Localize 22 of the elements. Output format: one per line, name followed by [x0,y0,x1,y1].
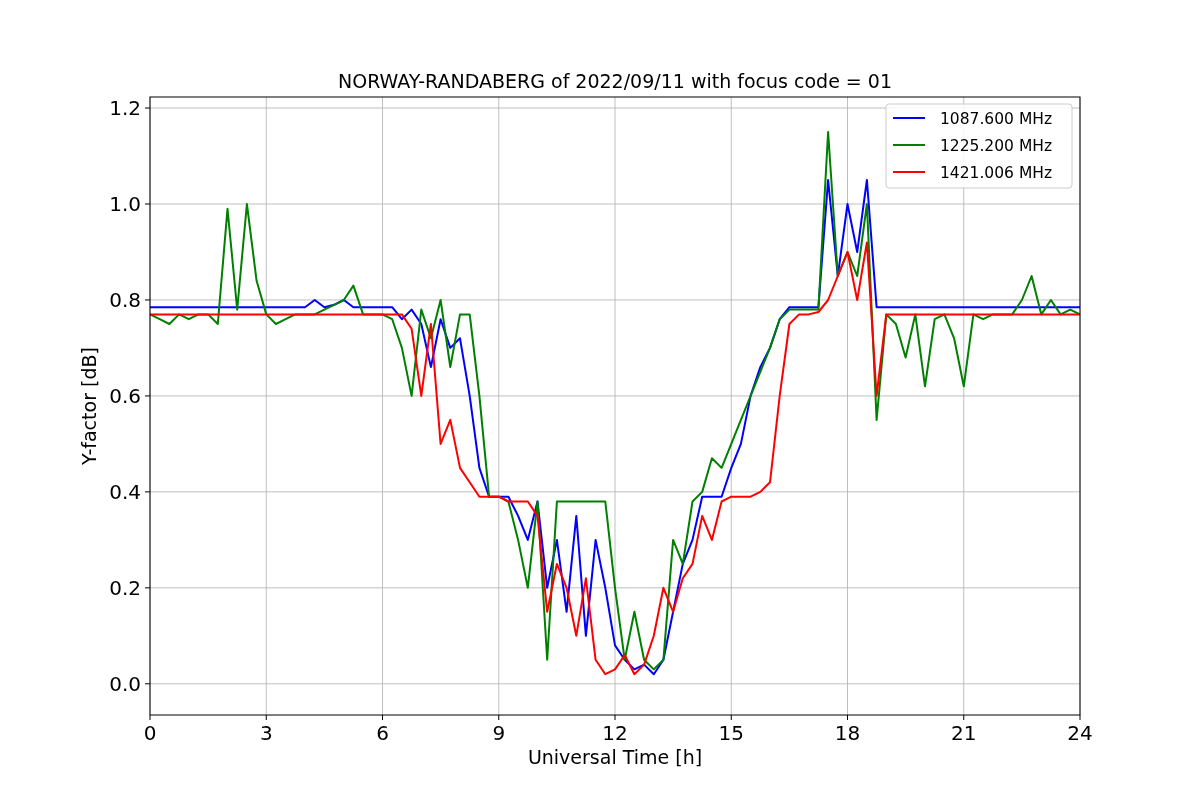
y-axis-label: Y-factor [dB] [78,347,100,465]
y-tick-label: 0.6 [109,383,141,408]
x-tick-label: 3 [259,721,273,745]
y-tick-label: 0.0 [109,671,141,696]
legend-label: 1087.600 MHz [940,110,1053,128]
y-tick-label: 1.0 [109,192,141,216]
x-axis-label: Universal Time [h] [527,746,703,768]
x-tick-label: 21 [951,721,977,745]
x-tick-label: 24 [1067,721,1093,745]
y-tick-label: 0.2 [109,575,141,600]
x-tick-label: 0 [143,721,157,745]
x-tick-label: 6 [376,721,389,745]
x-tick-label: 15 [718,721,744,745]
chart-title: NORWAY-RANDABERG of 2022/09/11 with focus code = 01 [338,70,892,92]
x-tick-label: 18 [834,721,861,745]
y-tick-label: 1.2 [109,96,141,121]
x-tick-label: 12 [602,721,628,745]
y-tick-label: 0.4 [109,479,141,504]
legend-label: 1225.200 MHz [940,137,1053,155]
legend-label: 1421.006 MHz [940,164,1053,182]
y-tick-label: 0.8 [109,287,141,312]
x-tick-label: 9 [492,721,506,745]
